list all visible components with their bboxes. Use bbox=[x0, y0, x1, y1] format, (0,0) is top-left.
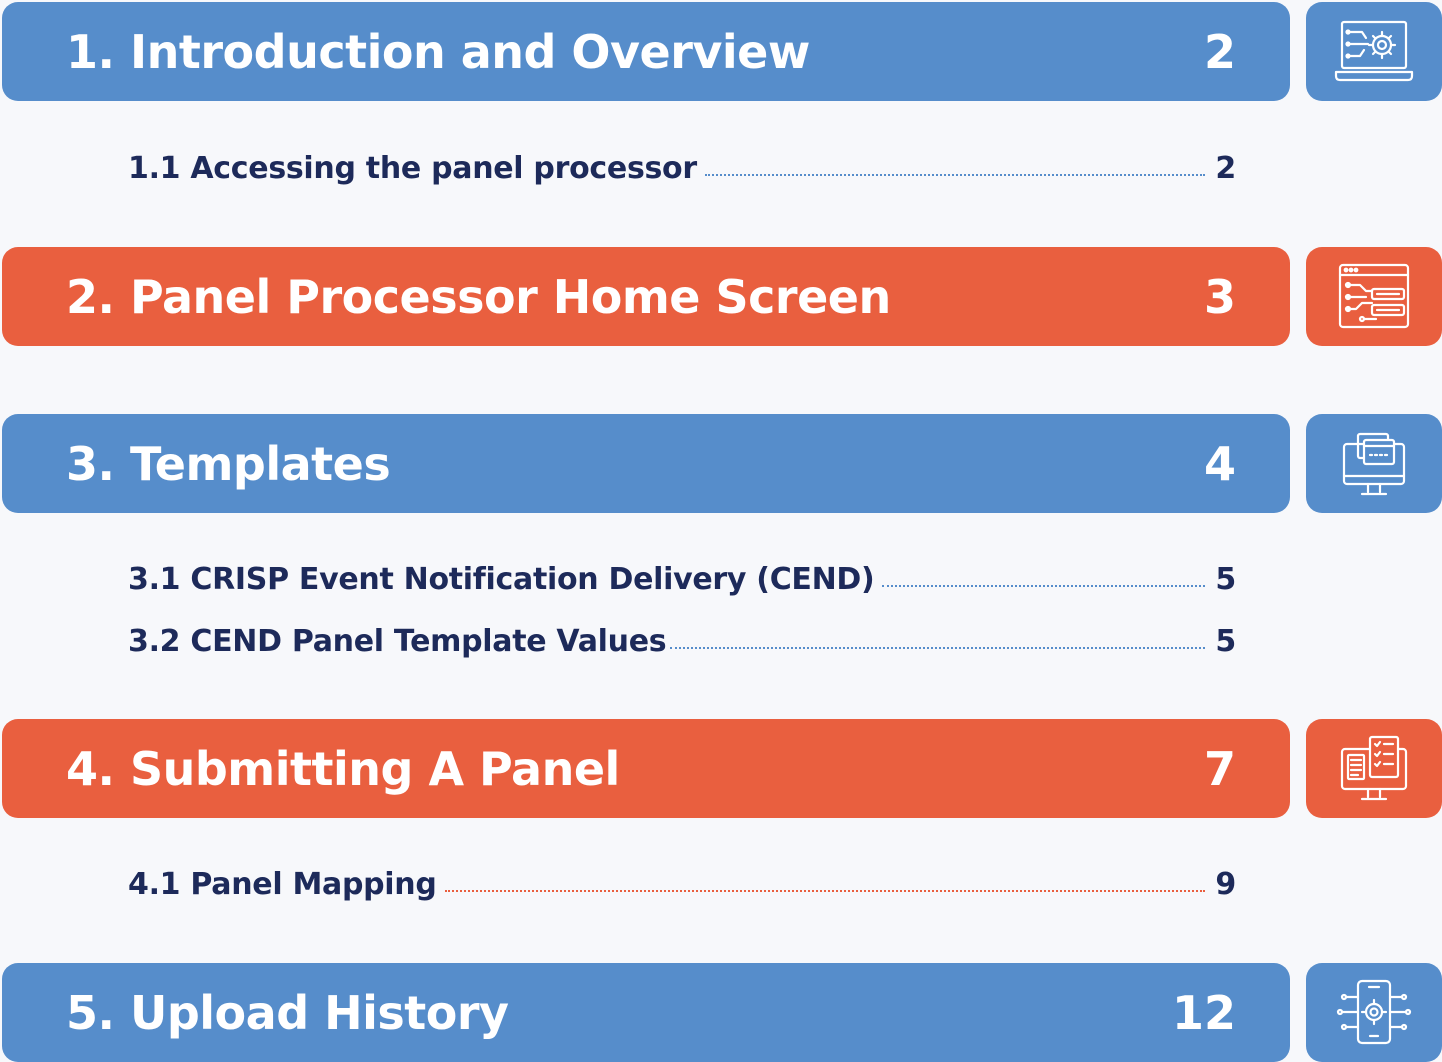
monitor-windows-icon bbox=[1306, 414, 1442, 513]
dotted-leader bbox=[444, 890, 1206, 892]
section-title: 2. Panel Processor Home Screen bbox=[66, 269, 891, 324]
monitor-checklist-icon bbox=[1306, 719, 1442, 818]
subsection-1-1[interactable]: 1.1 Accessing the panel processor 2 bbox=[128, 146, 1236, 186]
section-title: 5. Upload History bbox=[66, 985, 509, 1040]
section-2-header[interactable]: 2. Panel Processor Home Screen 3 bbox=[2, 247, 1290, 346]
dotted-leader bbox=[882, 585, 1206, 587]
section-1-header[interactable]: 1. Introduction and Overview 2 bbox=[2, 2, 1290, 101]
dotted-leader bbox=[670, 647, 1206, 649]
dotted-leader bbox=[704, 174, 1206, 176]
section-page-number: 4 bbox=[1203, 436, 1236, 491]
subsection-3-1[interactable]: 3.1 CRISP Event Notification Delivery (C… bbox=[128, 557, 1236, 597]
subsection-label: 3.1 CRISP Event Notification Delivery (C… bbox=[128, 562, 875, 597]
subsection-label: 1.1 Accessing the panel processor bbox=[128, 151, 697, 186]
phone-circuit-gear-icon bbox=[1306, 963, 1442, 1062]
section-page-number: 2 bbox=[1203, 24, 1236, 79]
section-4-header[interactable]: 4. Submitting A Panel 7 bbox=[2, 719, 1290, 818]
section-title: 1. Introduction and Overview bbox=[66, 24, 810, 79]
subsection-page-number: 5 bbox=[1215, 562, 1236, 597]
section-title: 4. Submitting A Panel bbox=[66, 741, 620, 796]
subsection-label: 3.2 CEND Panel Template Values bbox=[128, 624, 667, 659]
section-3-header[interactable]: 3. Templates 4 bbox=[2, 414, 1290, 513]
browser-circuit-icon bbox=[1306, 247, 1442, 346]
subsection-3-2[interactable]: 3.2 CEND Panel Template Values 5 bbox=[128, 619, 1236, 659]
section-page-number: 12 bbox=[1171, 985, 1236, 1040]
section-title: 3. Templates bbox=[66, 436, 391, 491]
section-page-number: 3 bbox=[1203, 269, 1236, 324]
subsection-page-number: 9 bbox=[1215, 867, 1236, 902]
subsection-4-1[interactable]: 4.1 Panel Mapping 9 bbox=[128, 862, 1236, 902]
laptop-gear-icon bbox=[1306, 2, 1442, 101]
section-page-number: 7 bbox=[1203, 741, 1236, 796]
subsection-page-number: 2 bbox=[1215, 151, 1236, 186]
subsection-label: 4.1 Panel Mapping bbox=[128, 867, 437, 902]
section-5-header[interactable]: 5. Upload History 12 bbox=[2, 963, 1290, 1062]
subsection-page-number: 5 bbox=[1215, 624, 1236, 659]
